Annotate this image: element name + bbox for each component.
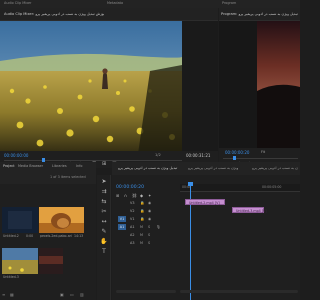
lock-icon[interactable]: 🔒 bbox=[140, 201, 144, 205]
razor-tool-icon[interactable]: ✂ bbox=[100, 208, 108, 216]
program-timecode: 00:00:00:20 bbox=[225, 150, 250, 155]
icon-view-icon[interactable]: ▦ bbox=[10, 292, 14, 297]
tab-media-browser[interactable]: Media Browser bbox=[18, 164, 43, 168]
track-a1[interactable]: A1 bbox=[130, 225, 134, 229]
program-video-frame[interactable] bbox=[257, 21, 300, 148]
menu-item-audio-clip-mixer[interactable]: Audio Clip Mixer bbox=[4, 1, 31, 5]
track-v1[interactable]: V1 bbox=[130, 217, 134, 221]
program-monitor-panel: Program: آموزش تبدیل ویژن به نسب در ادوب… bbox=[219, 8, 300, 168]
project-clip-duration-2: 14:13 bbox=[74, 234, 84, 238]
project-clip-name-2: pexels-2ed-pabo-ari bbox=[40, 234, 72, 238]
slip-tool-icon[interactable]: ↔ bbox=[100, 218, 108, 226]
source-video-image bbox=[0, 21, 182, 154]
source-patch-v1[interactable]: V1 bbox=[118, 216, 126, 222]
tab-libraries[interactable]: Libraries bbox=[52, 164, 67, 168]
source-video-frame[interactable] bbox=[0, 21, 182, 154]
eye-icon[interactable]: ◉ bbox=[148, 201, 151, 205]
ripple-edit-tool-icon[interactable]: ⇆ bbox=[100, 198, 108, 206]
tab-program[interactable]: Program: آموزش تبدیل ویژن به نسب در ادوب… bbox=[221, 12, 299, 16]
source-timecode-left: 00:00:00:00 bbox=[4, 153, 29, 158]
track-a2[interactable]: A2 bbox=[130, 233, 134, 237]
selection-tool-icon[interactable]: ➤ bbox=[100, 178, 108, 186]
top-bar: Audio Clip Mixer Metadata Program bbox=[0, 0, 300, 8]
timeline-tab-bar: آموزش تبدیل ویژن به نسب در ادوبی پریمیر … bbox=[112, 162, 300, 175]
timeline-clip-label-1: Untitled-2.mp4 [V] bbox=[189, 200, 220, 205]
list-view-icon[interactable]: ≡ bbox=[2, 292, 5, 297]
tab-sequence-2[interactable]: آموزش تبدیل ویژن به نسب در ادوبی پریمیر … bbox=[188, 166, 238, 170]
solo-icon[interactable]: S bbox=[148, 225, 150, 229]
marker-icon[interactable]: ◆ bbox=[140, 193, 143, 198]
project-tab-bar: Project Media Browser Libraries Info 1 o… bbox=[0, 162, 96, 184]
project-clip-duration-1: 0:00 bbox=[26, 234, 34, 238]
project-thumbnail-1[interactable] bbox=[2, 207, 38, 233]
source-patch-a1[interactable]: A1 bbox=[118, 224, 126, 230]
timeline-scrollbar[interactable] bbox=[180, 290, 298, 293]
type-tool-icon[interactable]: T bbox=[100, 248, 108, 256]
new-item-icon[interactable]: ▣ bbox=[60, 292, 64, 297]
menu-item-metadata[interactable]: Metadata bbox=[107, 1, 123, 5]
linked-icon[interactable]: ⛓ bbox=[132, 193, 137, 198]
track-select-tool-icon[interactable]: ⇉ bbox=[100, 188, 108, 196]
program-zoom[interactable]: Fit bbox=[261, 150, 265, 154]
program-playhead[interactable] bbox=[233, 156, 236, 160]
project-thumbnail-2[interactable] bbox=[39, 207, 84, 233]
trash-icon[interactable]: ▥ bbox=[80, 292, 84, 297]
track-a3[interactable]: A3 bbox=[130, 241, 134, 245]
track-v3[interactable]: V3 bbox=[130, 201, 134, 205]
tab-sequence-3[interactable]: آموزش تبدیل ویژن به نسب در ادوبی پریمیر … bbox=[252, 166, 298, 170]
wrench-icon[interactable]: ✦ bbox=[148, 193, 151, 198]
tools-panel: ➤ ⇉ ⇆ ✂ ↔ ✎ ✋ T bbox=[97, 175, 111, 300]
track-headers: V3 V2 V1 V1 A1 A1 A2 A3 🔒 ◉ 🔒 ◉ 🔒 ◉ M S … bbox=[116, 201, 178, 261]
overwrite-icon[interactable]: ⊞ bbox=[102, 161, 106, 167]
solo-icon[interactable]: S bbox=[148, 241, 150, 245]
ruler-end-label: 00:00:05:00 bbox=[262, 185, 282, 189]
program-video-image bbox=[257, 21, 300, 148]
project-clip-name-1: Untitled-2 bbox=[3, 234, 19, 238]
track-v2[interactable]: V2 bbox=[130, 209, 134, 213]
timeline-timecode[interactable]: 00:00:00:20 bbox=[116, 185, 144, 190]
timeline-ruler[interactable] bbox=[180, 184, 300, 192]
source-timecode-right: 00:00:31:21 bbox=[186, 153, 211, 158]
project-thumbnail-3[interactable] bbox=[2, 248, 38, 274]
project-panel: Project Media Browser Libraries Info 1 o… bbox=[0, 162, 96, 300]
timeline-clip-label-2: Untitled-3.mp4 [V] bbox=[236, 208, 267, 213]
hand-tool-icon[interactable]: ✋ bbox=[100, 238, 108, 246]
tab-project[interactable]: Project bbox=[3, 164, 15, 168]
folder-icon[interactable]: ▭ bbox=[70, 292, 74, 297]
source-monitor-panel: Audio Clip Mixer: آموزش تبدیل ویژن به نس… bbox=[0, 8, 218, 168]
track-scrollbar[interactable] bbox=[116, 290, 176, 293]
lock-icon[interactable]: 🔒 bbox=[140, 217, 144, 221]
pen-tool-icon[interactable]: ✎ bbox=[100, 228, 108, 236]
mute-icon[interactable]: M bbox=[140, 241, 143, 245]
eye-icon[interactable]: ◉ bbox=[148, 217, 151, 221]
eye-icon[interactable]: ◉ bbox=[148, 209, 151, 213]
items-selected-label: 1 of 3 items selected bbox=[50, 175, 86, 179]
source-zoom[interactable]: 1/2 bbox=[155, 153, 161, 157]
lock-icon[interactable]: 🔒 bbox=[140, 209, 144, 213]
timeline-panel: آموزش تبدیل ویژن به نسب در ادوبی پریمیر … bbox=[112, 162, 300, 300]
mute-icon[interactable]: M bbox=[140, 225, 143, 229]
nest-icon[interactable]: ⊞ bbox=[116, 193, 119, 198]
source-tab-bar: Audio Clip Mixer: آموزش تبدیل ویژن به نس… bbox=[0, 8, 218, 21]
project-thumbnail-4[interactable] bbox=[39, 248, 63, 274]
menu-item-program[interactable]: Program bbox=[222, 1, 236, 5]
timeline-clip-1[interactable]: Untitled-2.mp4 [V] bbox=[185, 199, 225, 205]
project-clip-name-3: Untitled-3 bbox=[3, 275, 19, 279]
tab-audio-clip-mixer[interactable]: Audio Clip Mixer: آموزش تبدیل ویژن به نس… bbox=[4, 12, 104, 16]
timeline-clip-2[interactable]: Untitled-3.mp4 [V] bbox=[232, 207, 267, 213]
snap-icon[interactable]: ∩ bbox=[124, 193, 127, 198]
mute-icon[interactable]: M bbox=[140, 233, 143, 237]
program-tab-bar: Program: آموزش تبدیل ویژن به نسب در ادوب… bbox=[219, 8, 300, 21]
mic-icon[interactable]: 🎙 bbox=[156, 225, 161, 229]
timeline-playhead-handle[interactable] bbox=[188, 182, 193, 186]
tab-sequence[interactable]: آموزش تبدیل ویژن به نسب در ادوبی پریمیر … bbox=[118, 166, 178, 170]
tab-info[interactable]: Info bbox=[76, 164, 82, 168]
solo-icon[interactable]: S bbox=[148, 233, 150, 237]
